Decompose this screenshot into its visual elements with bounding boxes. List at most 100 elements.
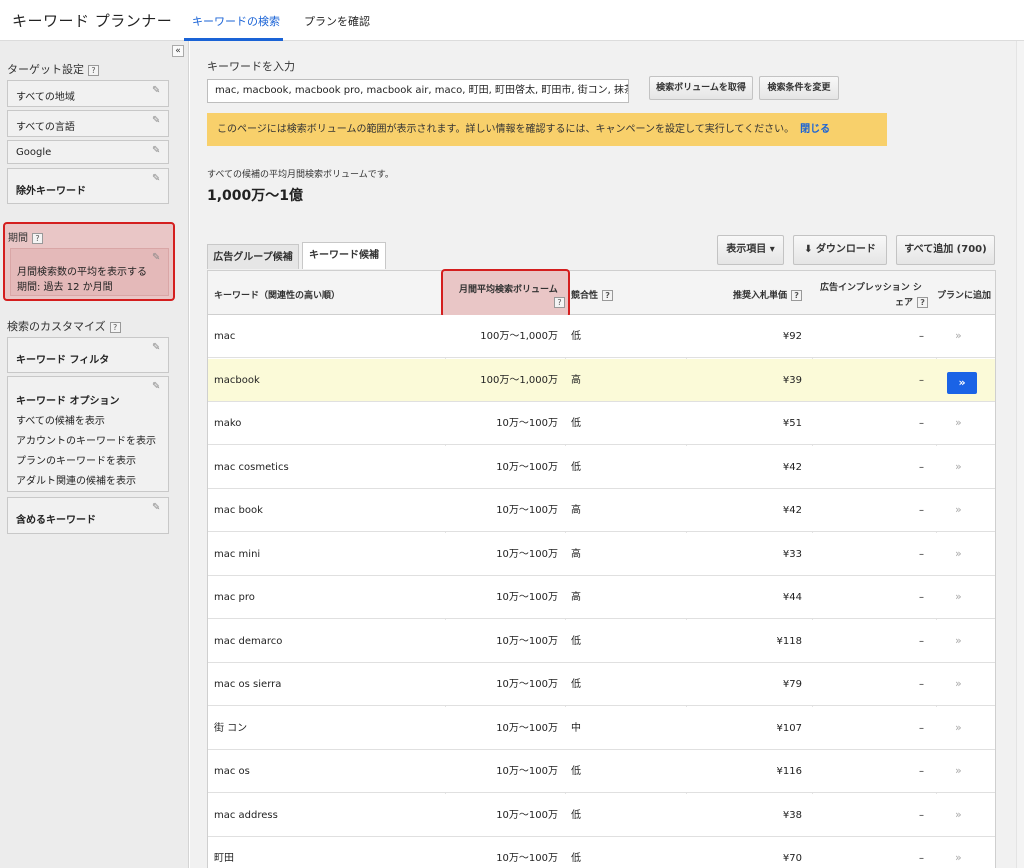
cell-volume: 10万〜100万 [496,853,558,864]
include-keywords-box[interactable]: 含めるキーワード ✎ [7,497,169,534]
add-to-plan-button[interactable]: » [955,315,962,358]
add-to-plan-button[interactable]: » [955,576,962,619]
add-all-button[interactable]: すべて追加 (700) [896,235,995,265]
table-row[interactable]: 街 コン 10万〜100万 中 ¥107 – » [208,706,995,750]
add-to-plan-button[interactable]: » [955,533,962,576]
add-to-plan-button[interactable]: » [955,837,962,868]
cell-volume: 100万〜1,000万 [480,331,558,342]
pencil-icon[interactable]: ✎ [152,503,162,513]
table-row[interactable]: mac demarco 10万〜100万 低 ¥118 – » [208,619,995,663]
cell-impression-share: – [919,461,924,473]
column-header-keyword[interactable]: キーワード（関連性の高い順） [214,288,340,301]
keyword-options-box[interactable]: キーワード オプション ✎ すべての候補を表示 アカウントのキーワードを表示 プ… [7,376,169,492]
cell-impression-share: – [919,679,924,690]
target-settings-heading: ターゲット設定? [7,61,99,77]
column-header-add-to-plan: プランに追加 [937,291,992,301]
cell-keyword: mac address [214,809,278,821]
cell-keyword: mac pro [214,592,255,603]
cell-competition: 低 [571,809,581,821]
notice-close-link[interactable]: 閉じる [800,124,830,135]
help-icon[interactable]: ? [602,290,614,301]
cell-bid: ¥42 [782,505,802,516]
cell-bid: ¥107 [776,722,802,734]
columns-button[interactable]: 表示項目 ▾ [717,235,784,265]
change-criteria-button[interactable]: 検索条件を変更 [759,76,839,100]
cell-volume: 10万〜100万 [496,461,558,473]
pencil-icon[interactable]: ✎ [152,343,162,353]
table-row[interactable]: mac book 10万〜100万 高 ¥42 – » [208,489,995,532]
period-label: 期間 [8,233,28,244]
table-row[interactable]: mac mini 10万〜100万 高 ¥33 – » [208,532,995,576]
keyword-option-item: プランのキーワードを表示 [16,456,136,467]
period-setting-box[interactable]: 月間検索数の平均を表示する 期間: 過去 12 か月間 ✎ [10,248,169,296]
download-button[interactable]: ⬇ ダウンロード [793,235,887,265]
cell-bid: ¥42 [782,461,802,473]
column-header-impression-share[interactable]: 広告インプレッション シ [820,280,922,293]
cell-bid: ¥70 [782,853,802,864]
add-to-plan-button[interactable]: » [955,402,962,445]
column-header-impression-share-cont: ェア? [895,295,929,308]
add-to-plan-button[interactable]: » [947,371,977,394]
pencil-icon[interactable]: ✎ [152,146,162,156]
tab-ad-group-ideas[interactable]: 広告グループ候補 [207,244,299,269]
add-to-plan-button[interactable]: » [955,446,962,489]
help-icon[interactable]: ? [791,290,803,301]
table-row[interactable]: mac os 10万〜100万 低 ¥116 – » [208,750,995,793]
keyword-filter-box[interactable]: キーワード フィルタ ✎ [7,337,169,373]
column-header-volume[interactable]: 月間平均検索ボリューム [459,282,558,295]
add-to-plan-button[interactable]: » [955,620,962,663]
cell-volume: 10万〜100万 [496,592,558,603]
help-icon[interactable]: ? [32,232,43,244]
pencil-icon[interactable]: ✎ [152,86,162,96]
tab-keyword-search[interactable]: キーワードの検索 [192,13,280,29]
cell-keyword: 町田 [214,853,234,864]
period-description: 月間検索数の平均を表示する [17,267,147,278]
table-row[interactable]: macbook 100万〜1,000万 高 ¥39 – » [208,358,995,402]
help-icon[interactable]: ? [88,64,99,76]
cell-keyword: mac os [214,766,250,777]
pencil-icon[interactable]: ✎ [152,253,162,263]
cell-competition: 低 [571,679,581,690]
cell-impression-share: – [919,809,924,821]
table-row[interactable]: mako 10万〜100万 低 ¥51 – » [208,402,995,445]
table-row[interactable]: mac cosmetics 10万〜100万 低 ¥42 – » [208,445,995,489]
pencil-icon[interactable]: ✎ [152,174,162,184]
add-to-plan-button[interactable]: » [955,707,962,750]
sidebar-item-network[interactable]: Google ✎ [7,140,169,164]
tab-keyword-ideas[interactable]: キーワード候補 [302,242,386,269]
table-row[interactable]: 町田 10万〜100万 低 ¥70 – » [208,837,995,868]
cell-impression-share: – [919,331,924,342]
help-icon[interactable]: ? [109,321,121,333]
cell-competition: 高 [571,505,581,516]
tab-review-plan[interactable]: プランを確認 [304,13,370,29]
pencil-icon[interactable]: ✎ [152,382,162,392]
cell-volume: 10万〜100万 [496,418,558,429]
add-to-plan-button[interactable]: » [955,489,962,532]
column-header-competition[interactable]: 競合性? [571,288,614,301]
add-to-plan-button[interactable]: » [955,663,962,706]
cell-keyword: mac cosmetics [214,461,289,473]
table-row[interactable]: mac os sierra 10万〜100万 低 ¥79 – » [208,663,995,706]
table-row[interactable]: mac pro 10万〜100万 高 ¥44 – » [208,576,995,619]
help-icon[interactable]: ? [554,297,565,308]
column-header-bid[interactable]: 推奨入札単価? [733,288,803,301]
add-to-plan-button[interactable]: » [955,794,962,837]
period-section: 期間? 月間検索数の平均を表示する 期間: 過去 12 か月間 ✎ [3,222,175,301]
period-heading: 期間? [8,229,43,244]
collapse-sidebar-button[interactable]: « [172,45,184,57]
sidebar-item-locations[interactable]: すべての地域 ✎ [7,80,169,107]
page-scrollbar[interactable] [1016,41,1024,868]
pencil-icon[interactable]: ✎ [152,116,162,126]
get-search-volume-button[interactable]: 検索ボリュームを取得 [649,76,753,100]
cell-impression-share: – [919,766,924,777]
main-panel: キーワードを入力 mac, macbook, macbook pro, macb… [190,41,1024,868]
customize-label: 検索のカスタマイズ [7,320,106,333]
table-row[interactable]: mac 100万〜1,000万 低 ¥92 – » [208,315,995,358]
sidebar-item-languages[interactable]: すべての言語 ✎ [7,110,169,137]
sidebar-item-negative-keywords[interactable]: 除外キーワード ✎ [7,168,169,204]
cell-impression-share: – [919,505,924,516]
add-to-plan-button[interactable]: » [955,750,962,793]
keyword-input[interactable]: mac, macbook, macbook pro, macbook air, … [207,79,629,103]
table-row[interactable]: mac address 10万〜100万 低 ¥38 – » [208,793,995,837]
help-icon[interactable]: ? [917,297,929,308]
